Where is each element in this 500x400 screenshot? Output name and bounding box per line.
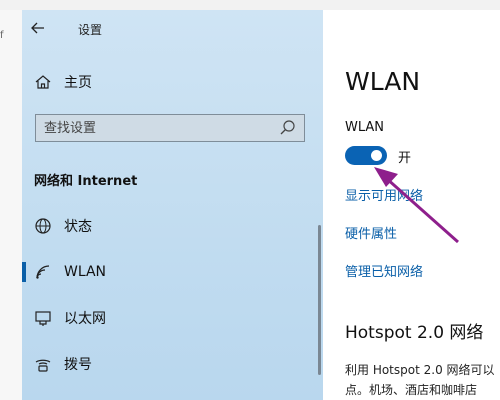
search-icon[interactable] [278,118,298,138]
hotspot-description-line-1: 利用 Hotspot 2.0 网络可以 [345,363,495,377]
search-input[interactable] [36,114,278,142]
background-window-edge: f [0,10,23,400]
sidebar-item-label: 主页 [64,75,92,91]
hardware-properties-link[interactable]: 硬件属性 [345,223,397,242]
manage-known-networks-link[interactable]: 管理已知网络 [345,261,423,280]
settings-sidebar: 设置 主页 网络和 Internet 状态 [22,10,323,400]
background-window-text: f [0,30,4,41]
back-button[interactable] [30,20,54,40]
sidebar-item-home[interactable]: 主页 [34,70,92,94]
sidebar-item-ethernet[interactable]: 以太网 [22,300,322,336]
back-arrow-icon [31,22,44,34]
wlan-toggle-label: WLAN [345,120,385,135]
hotspot-description: 利用 Hotspot 2.0 网络可以 点。机场、酒店和咖啡店 [345,360,495,400]
home-icon [35,75,51,89]
selection-indicator [22,262,26,282]
settings-window: f 设置 主页 网络和 Internet [0,0,500,400]
wifi-icon [36,265,50,279]
ethernet-icon [35,311,51,326]
hotspot-description-line-2: 点。机场、酒店和咖啡店 [345,383,478,397]
show-available-networks-link[interactable]: 显示可用网络 [345,185,423,204]
sidebar-item-label: 拨号 [64,357,92,373]
page-title: WLAN [345,67,421,96]
globe-icon [35,218,51,234]
wlan-toggle[interactable] [345,146,387,165]
sidebar-scrollbar[interactable] [318,225,321,375]
dial-up-icon [35,359,51,372]
wlan-settings-page: WLAN WLAN 开 显示可用网络 硬件属性 管理已知网络 Hotspot 2… [323,10,500,400]
search-field[interactable] [35,114,305,142]
sidebar-item-dial-up[interactable]: 拨号 [22,346,322,382]
sidebar-item-wlan[interactable]: WLAN [22,254,322,290]
sidebar-item-label: WLAN [64,264,107,280]
toggle-state-text: 开 [398,151,412,166]
sidebar-item-label: 以太网 [64,311,106,327]
hotspot-section-title: Hotspot 2.0 网络 [345,323,484,343]
sidebar-item-label: 状态 [64,219,92,235]
toggle-knob [371,150,382,161]
settings-title: 设置 [78,23,103,37]
sidebar-item-status[interactable]: 状态 [22,208,322,244]
section-title: 网络和 Internet [34,174,138,189]
